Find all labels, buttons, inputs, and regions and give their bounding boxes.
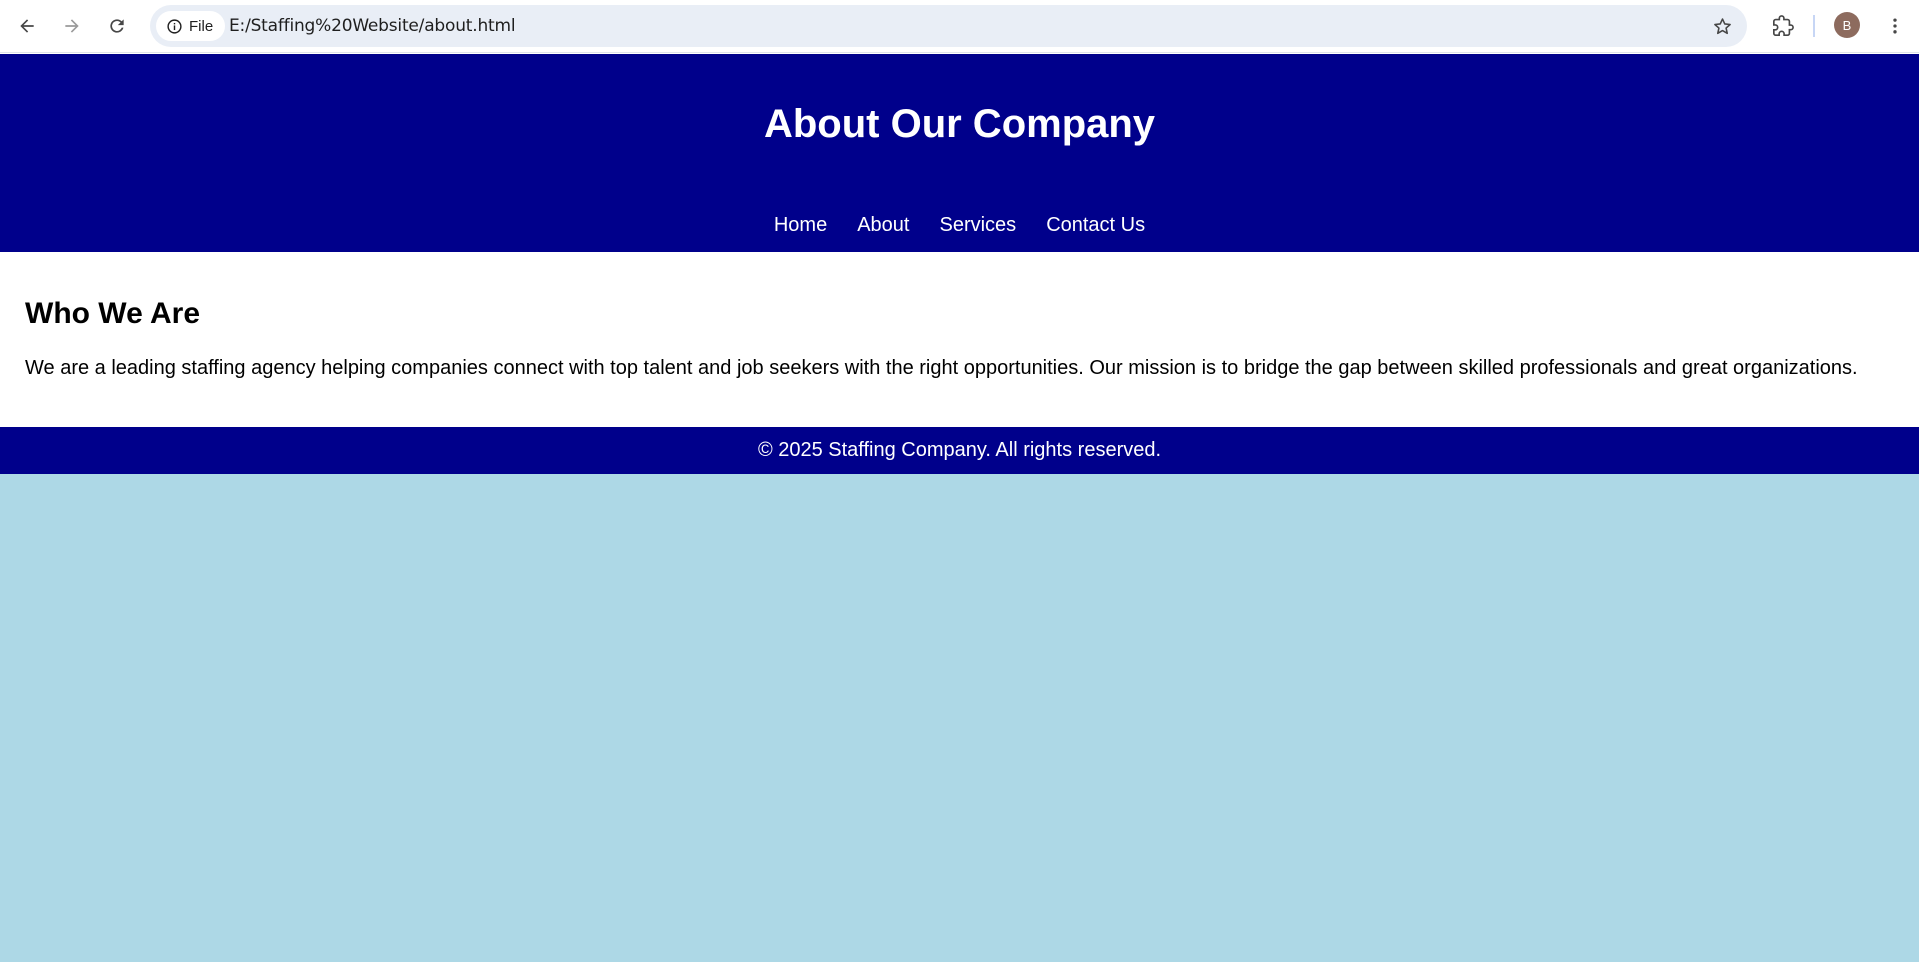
puzzle-icon bbox=[1773, 15, 1794, 36]
info-icon bbox=[167, 18, 182, 34]
address-bar[interactable]: File E:/Staffing%20Website/about.html bbox=[150, 5, 1747, 47]
browser-toolbar: File E:/Staffing%20Website/about.html B bbox=[0, 0, 1919, 53]
page-viewport: About Our Company Home About Services Co… bbox=[0, 54, 1919, 962]
arrow-left-icon bbox=[20, 19, 34, 33]
browser-menu-button[interactable] bbox=[1878, 9, 1912, 43]
back-button[interactable] bbox=[10, 9, 44, 43]
nav-link-home[interactable]: Home bbox=[774, 214, 827, 237]
bookmark-button[interactable] bbox=[1709, 13, 1735, 39]
star-icon bbox=[1713, 17, 1731, 34]
reload-button[interactable] bbox=[100, 9, 134, 43]
section-heading: Who We Are bbox=[25, 297, 201, 330]
reload-icon bbox=[110, 19, 124, 33]
site-header: About Our Company Home About Services Co… bbox=[0, 54, 1919, 252]
forward-button[interactable] bbox=[55, 9, 89, 43]
main-nav: Home About Services Contact Us bbox=[0, 214, 1919, 237]
section-paragraph: We are a leading staffing agency helping… bbox=[25, 357, 1858, 379]
nav-link-services[interactable]: Services bbox=[939, 214, 1016, 237]
nav-link-contact-us[interactable]: Contact Us bbox=[1046, 214, 1145, 237]
toolbar-divider bbox=[1813, 15, 1815, 37]
site-info-chip[interactable]: File bbox=[156, 11, 226, 41]
nav-link-about[interactable]: About bbox=[857, 214, 909, 237]
site-chip-label: File bbox=[189, 17, 214, 35]
site-footer: © 2025 Staffing Company. All rights rese… bbox=[0, 427, 1919, 474]
page-title: About Our Company bbox=[763, 102, 1156, 146]
arrow-right-icon bbox=[65, 19, 79, 33]
footer-copyright: © 2025 Staffing Company. All rights rese… bbox=[757, 439, 1162, 461]
kebab-menu-icon bbox=[1893, 18, 1897, 34]
who-we-are-section: Who We Are We are a leading staffing age… bbox=[0, 252, 1919, 427]
profile-avatar[interactable]: B bbox=[1834, 12, 1860, 38]
url-text[interactable]: E:/Staffing%20Website/about.html bbox=[229, 5, 516, 47]
extensions-button[interactable] bbox=[1766, 9, 1800, 43]
